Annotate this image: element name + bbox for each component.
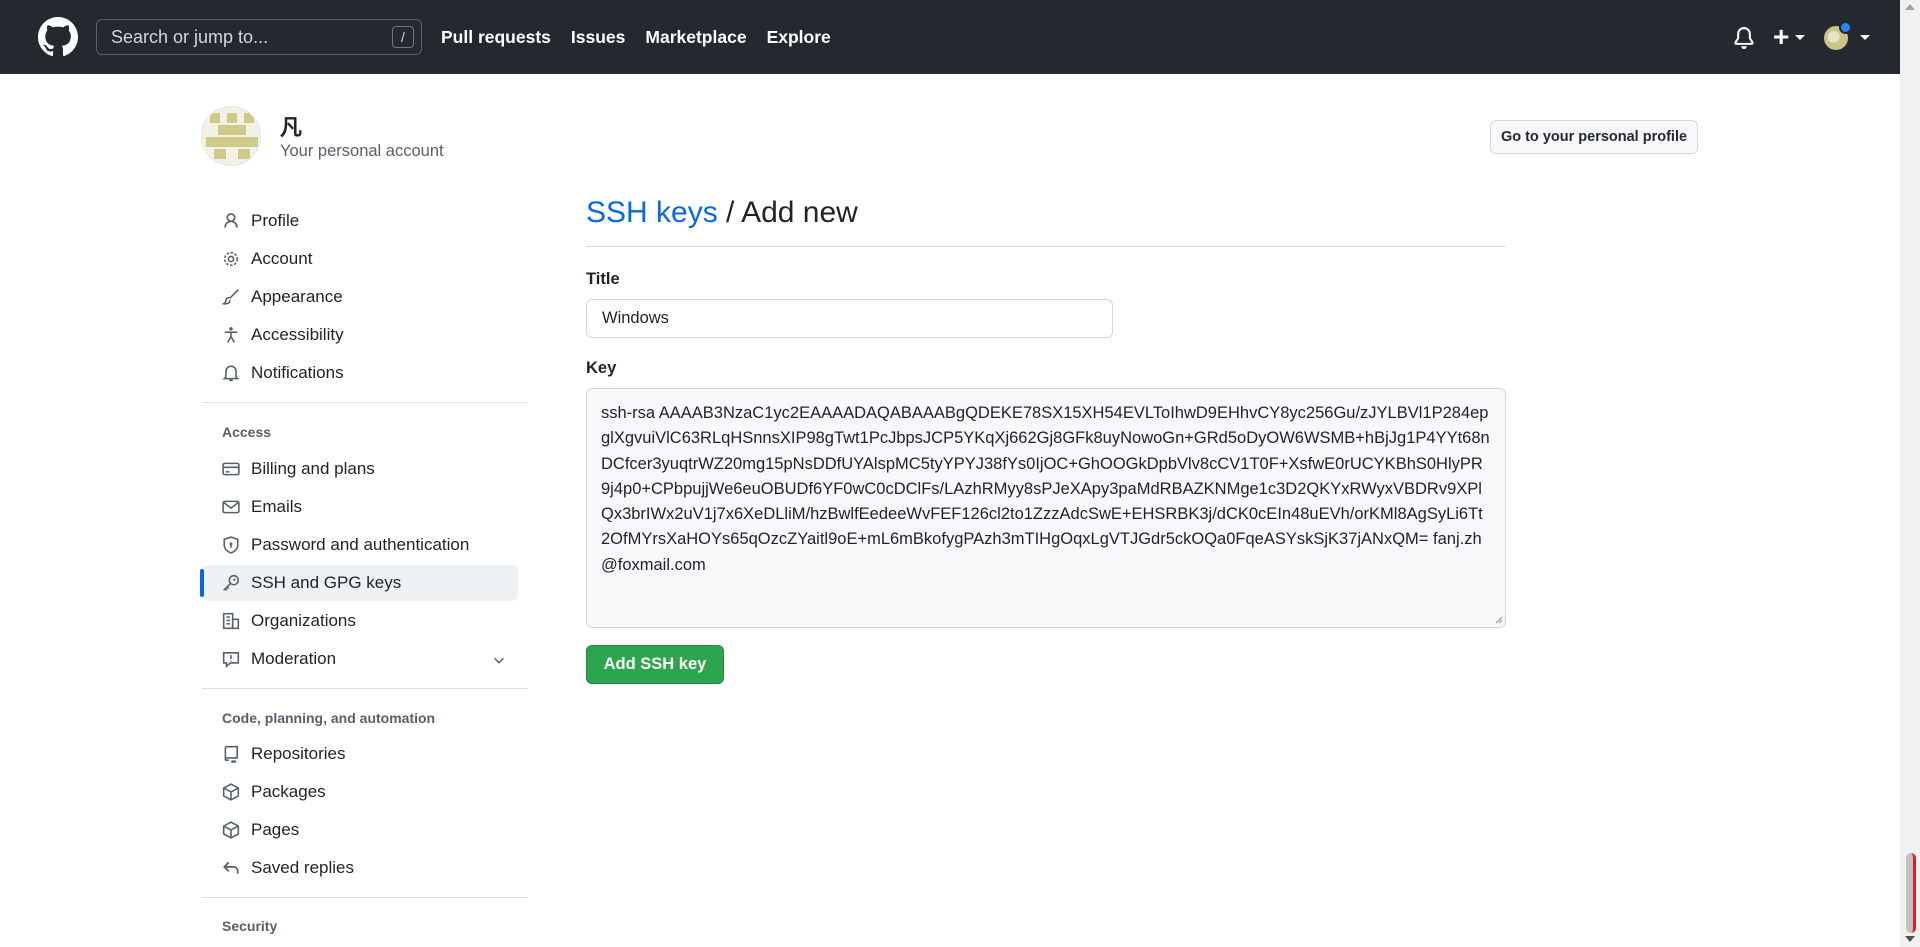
add-ssh-key-button[interactable]: Add SSH key bbox=[586, 645, 724, 684]
key-icon bbox=[223, 574, 240, 591]
sidebar-item-organizations[interactable]: Organizations bbox=[202, 603, 518, 639]
sidebar-item-label: Emails bbox=[251, 497, 303, 516]
account-name: 凡 bbox=[280, 115, 303, 140]
account-avatar bbox=[201, 106, 261, 166]
sidebar-item-label: Saved replies bbox=[251, 858, 355, 877]
repo-icon bbox=[224, 745, 238, 763]
credit-card-icon bbox=[222, 462, 240, 476]
organization-icon bbox=[222, 612, 240, 630]
scroll-up-arrow-icon[interactable] bbox=[1905, 4, 1915, 10]
sidebar-item-label: Packages bbox=[251, 782, 326, 801]
sidebar-item-ssh-gpg-keys[interactable]: SSH and GPG keys bbox=[200, 565, 518, 601]
nav-explore[interactable]: Explore bbox=[767, 27, 831, 48]
sidebar-item-label: Notifications bbox=[251, 363, 344, 382]
sidebar-divider bbox=[202, 897, 528, 898]
caret-down-icon bbox=[1795, 34, 1806, 40]
page-title: SSH keys / Add new bbox=[586, 196, 858, 230]
sidebar-item-label: Billing and plans bbox=[251, 459, 375, 478]
github-logo-icon[interactable] bbox=[38, 17, 78, 57]
title-label: Title bbox=[586, 270, 620, 288]
key-textarea[interactable]: ssh-rsa AAAAB3NzaC1yc2EAAAADAQABAAABgQDE… bbox=[586, 388, 1506, 628]
sidebar-item-label: Profile bbox=[251, 211, 300, 230]
chevron-down-icon bbox=[494, 657, 504, 664]
sidebar-item-accessibility[interactable]: Accessibility bbox=[202, 317, 518, 353]
key-title-input[interactable]: Windows bbox=[586, 299, 1113, 338]
global-header: Search or jump to... / Pull requests Iss… bbox=[0, 0, 1920, 74]
sidebar-item-billing[interactable]: Billing and plans bbox=[202, 451, 518, 487]
page-scrollbar[interactable] bbox=[1900, 0, 1920, 947]
page-title-rest: / Add new bbox=[717, 196, 858, 229]
nav-issues[interactable]: Issues bbox=[571, 27, 625, 48]
sidebar-item-notifications[interactable]: Notifications bbox=[202, 355, 518, 391]
sidebar-item-saved-replies[interactable]: Saved replies bbox=[202, 850, 518, 886]
person-icon bbox=[224, 213, 238, 228]
mail-icon bbox=[222, 500, 240, 514]
scrollbar-thumb[interactable] bbox=[1906, 853, 1916, 933]
search-placeholder: Search or jump to... bbox=[111, 26, 269, 47]
report-icon bbox=[222, 652, 240, 668]
sidebar-item-pages[interactable]: Pages bbox=[202, 812, 518, 848]
pages-icon bbox=[222, 821, 240, 839]
sidebar-item-label: Account bbox=[251, 249, 313, 268]
sidebar-heading-access: Access bbox=[222, 424, 272, 440]
account-subtitle: Your personal account bbox=[280, 142, 444, 160]
sidebar-item-label: Pages bbox=[251, 820, 300, 839]
sidebar-item-appearance[interactable]: Appearance bbox=[202, 279, 518, 315]
package-icon bbox=[222, 783, 240, 801]
sidebar-item-repositories[interactable]: Repositories bbox=[202, 736, 518, 772]
top-nav: Pull requests Issues Marketplace Explore bbox=[441, 0, 851, 74]
sidebar-divider bbox=[202, 688, 528, 689]
active-indicator bbox=[200, 569, 204, 597]
sidebar-divider bbox=[202, 402, 528, 403]
shield-icon bbox=[223, 536, 239, 554]
sidebar-item-password[interactable]: Password and authentication bbox=[202, 527, 518, 563]
gear-icon bbox=[223, 251, 239, 267]
sidebar-item-account[interactable]: Account bbox=[202, 241, 518, 277]
sidebar-item-moderation[interactable]: Moderation bbox=[202, 641, 518, 677]
title-divider bbox=[586, 246, 1506, 247]
notifications-bell-icon[interactable] bbox=[1733, 27, 1755, 49]
nav-pull-requests[interactable]: Pull requests bbox=[441, 27, 551, 48]
sidebar-heading-code: Code, planning, and automation bbox=[222, 710, 436, 726]
sidebar-heading-security: Security bbox=[222, 918, 278, 934]
scroll-down-arrow-icon[interactable] bbox=[1905, 936, 1915, 942]
create-new-menu-button[interactable]: + bbox=[1773, 21, 1813, 52]
sidebar-item-label: SSH and GPG keys bbox=[251, 573, 402, 592]
sidebar-item-label: Appearance bbox=[251, 287, 343, 306]
plus-icon: + bbox=[1773, 21, 1790, 52]
sidebar-item-label: Moderation bbox=[251, 649, 337, 668]
reply-icon bbox=[223, 861, 239, 874]
sidebar-item-label: Repositories bbox=[251, 744, 346, 763]
sidebar-item-emails[interactable]: Emails bbox=[202, 489, 518, 525]
sidebar-item-label: Organizations bbox=[251, 611, 356, 630]
bell-icon bbox=[222, 365, 240, 382]
search-shortcut-key: / bbox=[392, 26, 414, 48]
nav-marketplace[interactable]: Marketplace bbox=[645, 27, 746, 48]
sidebar-item-packages[interactable]: Packages bbox=[202, 774, 518, 810]
search-input[interactable]: Search or jump to... / bbox=[96, 19, 422, 55]
sidebar-item-profile[interactable]: Profile bbox=[202, 203, 518, 239]
sidebar-item-label: Password and authentication bbox=[251, 535, 470, 554]
ssh-keys-breadcrumb-link[interactable]: SSH keys bbox=[586, 196, 718, 229]
avatar-caret-down-icon bbox=[1860, 35, 1870, 40]
key-label: Key bbox=[586, 359, 617, 377]
resize-grip-icon[interactable] bbox=[1493, 614, 1503, 624]
go-to-profile-button[interactable]: Go to your personal profile bbox=[1490, 120, 1698, 154]
paintbrush-icon bbox=[222, 289, 239, 305]
status-dot-icon bbox=[1839, 21, 1852, 34]
sidebar-item-label: Accessibility bbox=[251, 325, 344, 344]
accessibility-icon bbox=[224, 327, 238, 343]
